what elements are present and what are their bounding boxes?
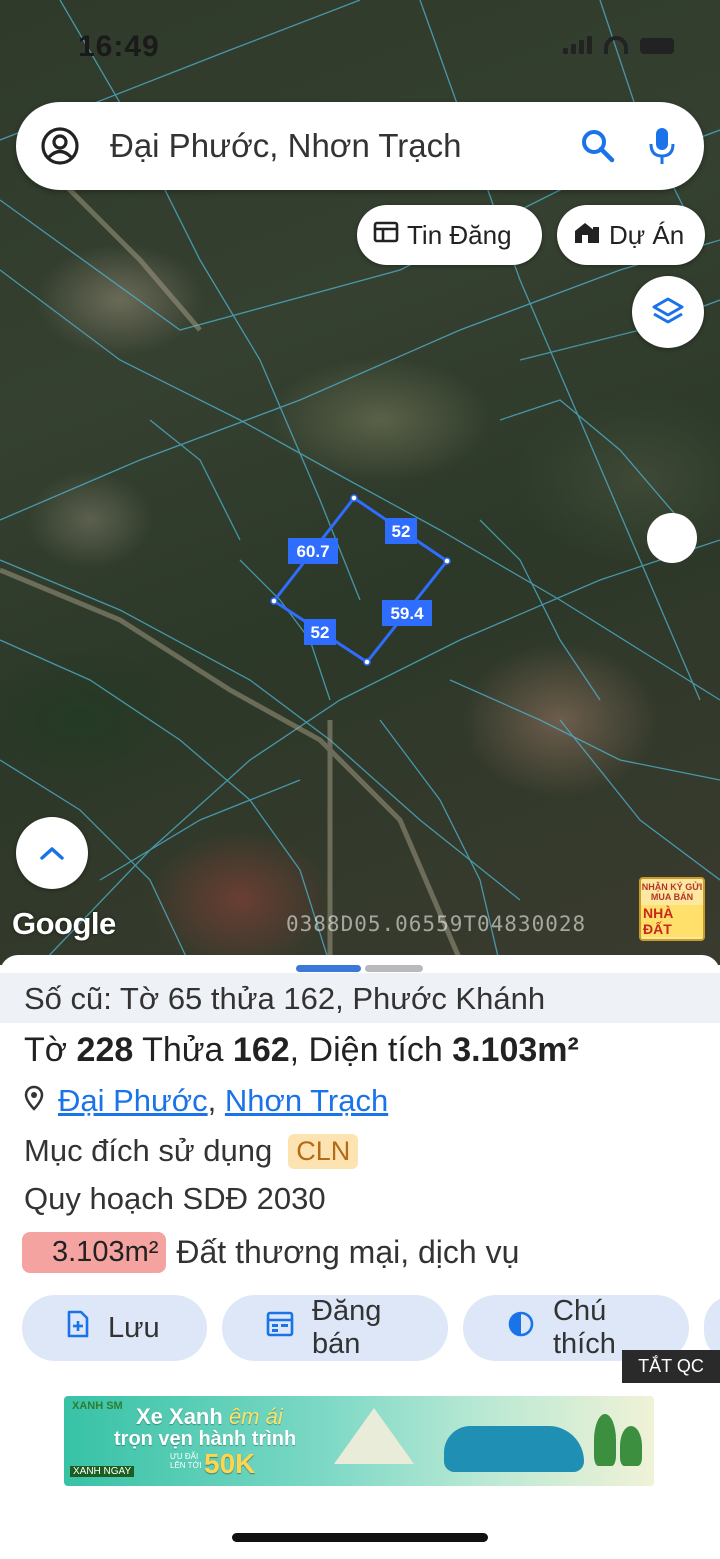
- map-watermark: 0388D05.06559T04830028: [286, 912, 587, 936]
- calendar-icon: [266, 1311, 294, 1345]
- search-icon[interactable]: [576, 124, 620, 168]
- signal-icon: [563, 36, 592, 54]
- ads-off-button[interactable]: TẮT QC: [622, 1350, 720, 1383]
- account-icon[interactable]: [40, 126, 80, 166]
- ward-link[interactable]: Đại Phước: [58, 1083, 208, 1119]
- tree-illustration: [594, 1414, 616, 1466]
- tent-illustration: [334, 1408, 414, 1464]
- plan-label: Quy hoạch SDĐ 2030: [24, 1181, 326, 1216]
- brand-badge[interactable]: NHẬN KÝ GỬI MUA BÁN NHÀ ĐẤT: [639, 877, 705, 941]
- sheet-handle-inactive[interactable]: [365, 965, 423, 972]
- edge-label-2: 52: [385, 518, 417, 544]
- action-buttons: Lưu Đăng bán Chú thích: [22, 1295, 720, 1361]
- district-link[interactable]: Nhơn Trạch: [225, 1083, 388, 1119]
- edge-label-4: 52: [304, 619, 336, 645]
- zone-row: 3.103m² Đất thương mại, dịch vụ: [22, 1232, 519, 1273]
- parcel-title: Tờ 228 Thửa 162, Diện tích 3.103m²: [24, 1031, 579, 1069]
- parcel-info-sheet: Số cũ: Tờ 65 thửa 162, Phước Khánh Tờ 22…: [0, 955, 720, 1559]
- banner-headline: Xe Xanh êm ái: [136, 1404, 283, 1429]
- home-indicator[interactable]: [232, 1533, 488, 1542]
- old-record-text: Số cũ: Tờ 65 thửa 162, Phước Khánh: [24, 981, 546, 1016]
- post-sale-button-label: Đăng bán: [312, 1295, 382, 1360]
- location-marker-dot[interactable]: [647, 513, 697, 563]
- location-pin-icon: [24, 1083, 44, 1119]
- land-use-label: Mục đích sử dụng: [24, 1133, 273, 1168]
- map-view[interactable]: 60.7 52 59.4 52 16:49 Đại Phước, Nhơn Tr…: [0, 0, 720, 965]
- svg-text:52: 52: [311, 623, 330, 642]
- status-icons: [563, 36, 674, 54]
- zone-type: Đất thương mại, dịch vụ: [176, 1234, 520, 1270]
- zone-area-badge: 3.103m²: [22, 1232, 167, 1273]
- save-button[interactable]: Lưu: [22, 1295, 207, 1361]
- land-use-code-badge: CLN: [288, 1133, 359, 1169]
- banner-deal-label: ƯU ĐÃI LÊN TỚI: [170, 1452, 202, 1470]
- contrast-icon: [507, 1310, 535, 1346]
- search-bar[interactable]: Đại Phước, Nhơn Trạch: [16, 102, 704, 190]
- chevron-up-icon: [40, 847, 64, 860]
- banner-amount: 50K: [204, 1448, 256, 1479]
- banner-cta: XANH NGAY: [70, 1466, 135, 1477]
- svg-text:52: 52: [392, 522, 411, 541]
- sheet-handle-active[interactable]: [296, 965, 361, 972]
- add-file-icon: [66, 1310, 90, 1346]
- layers-icon: [652, 297, 684, 324]
- projects-chip[interactable]: Dự Án: [557, 205, 705, 265]
- layers-button[interactable]: [632, 276, 704, 348]
- projects-chip-label: Dự Án: [609, 219, 685, 250]
- battery-icon: [640, 38, 674, 54]
- edge-label-1: 60.7: [288, 538, 338, 564]
- brand-badge-line: NHẬN KÝ GỬI MUA BÁN: [641, 881, 703, 902]
- expand-sheet-button[interactable]: [16, 817, 88, 889]
- land-use-row: Mục đích sử dụng CLN: [24, 1133, 359, 1169]
- edge-label-3: 59.4: [382, 600, 432, 626]
- post-sale-button[interactable]: Đăng bán: [222, 1295, 448, 1361]
- tree-illustration: [620, 1426, 642, 1466]
- google-logo: Google: [12, 906, 116, 941]
- search-input[interactable]: Đại Phước, Nhơn Trạch: [110, 127, 576, 165]
- microphone-icon[interactable]: [640, 124, 684, 168]
- listing-icon: [373, 220, 399, 251]
- svg-text:59.4: 59.4: [390, 604, 424, 623]
- old-record-row: Số cũ: Tờ 65 thửa 162, Phước Khánh: [0, 973, 720, 1023]
- listings-chip-label: Tin Đăng: [407, 219, 512, 250]
- project-building-icon: [573, 219, 601, 252]
- svg-text:60.7: 60.7: [296, 542, 329, 561]
- car-illustration: [444, 1426, 584, 1472]
- banner-brand: XANH SM: [72, 1400, 123, 1412]
- save-button-label: Lưu: [108, 1311, 160, 1344]
- status-time: 16:49: [78, 30, 160, 63]
- wifi-icon: [604, 36, 628, 54]
- location-row: Đại Phước, Nhơn Trạch: [24, 1083, 388, 1119]
- ad-banner[interactable]: XANH SM Xe Xanh êm ái trọn vẹn hành trìn…: [64, 1396, 654, 1486]
- listings-chip[interactable]: Tin Đăng: [357, 205, 542, 265]
- brand-badge-name: NHÀ ĐẤT: [641, 904, 703, 937]
